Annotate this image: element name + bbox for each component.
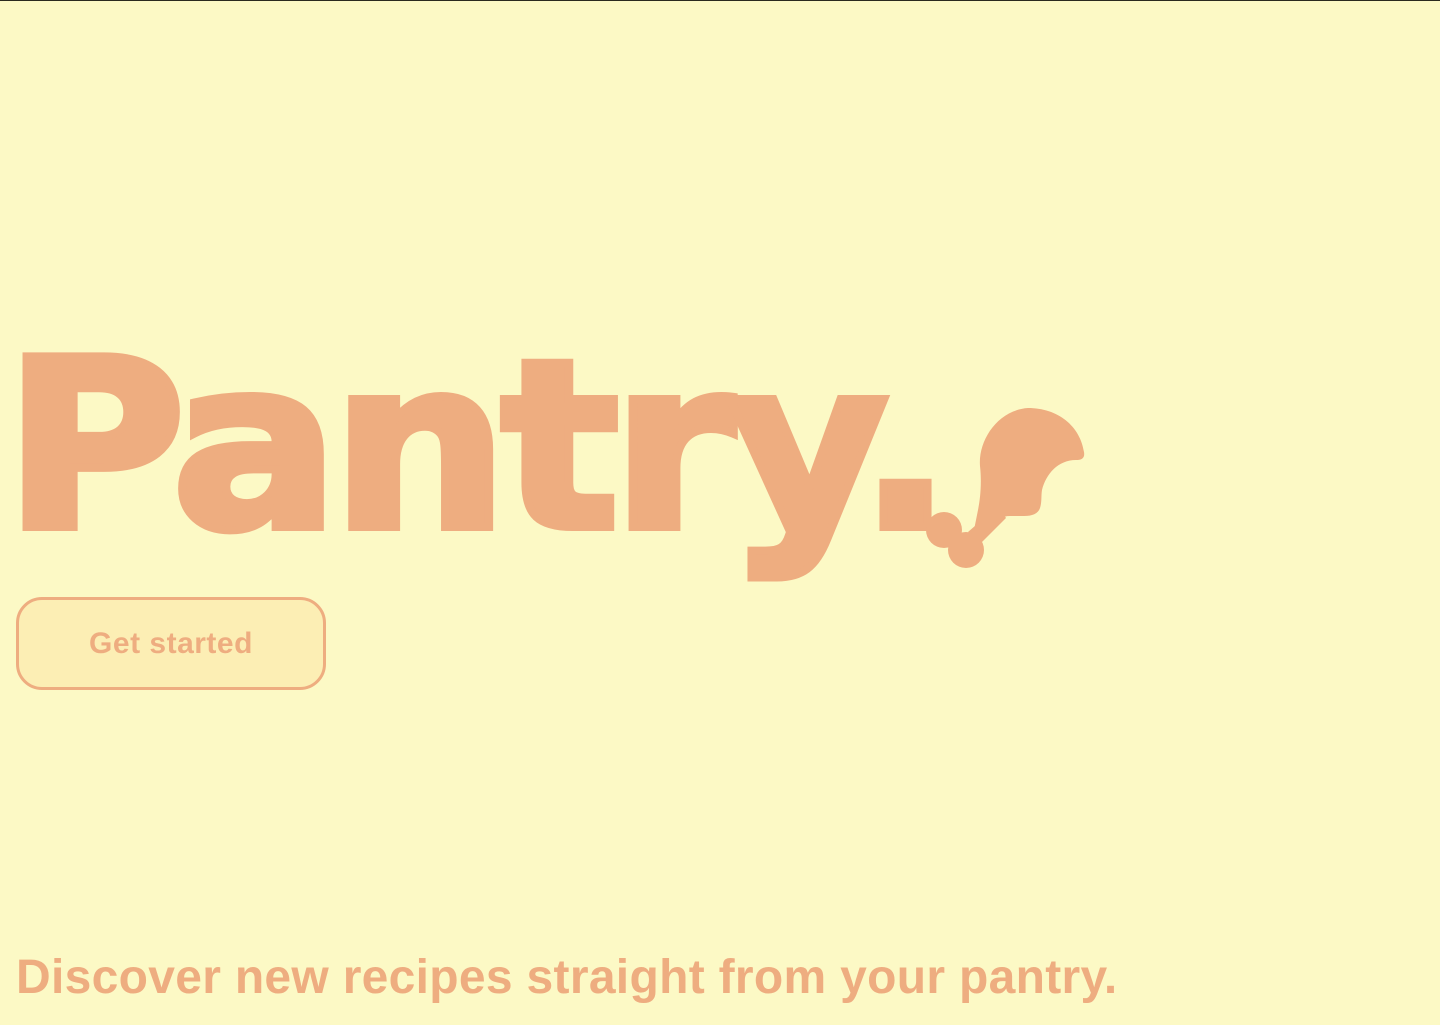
brand-logo: Pantry. bbox=[0, 311, 1200, 610]
tagline: Discover new recipes straight from your … bbox=[16, 951, 1118, 1004]
drumstick-icon bbox=[926, 408, 1085, 568]
top-border bbox=[0, 0, 1440, 1]
get-started-button[interactable]: Get started bbox=[16, 597, 326, 690]
brand-wordmark: Pantry. bbox=[0, 311, 957, 583]
